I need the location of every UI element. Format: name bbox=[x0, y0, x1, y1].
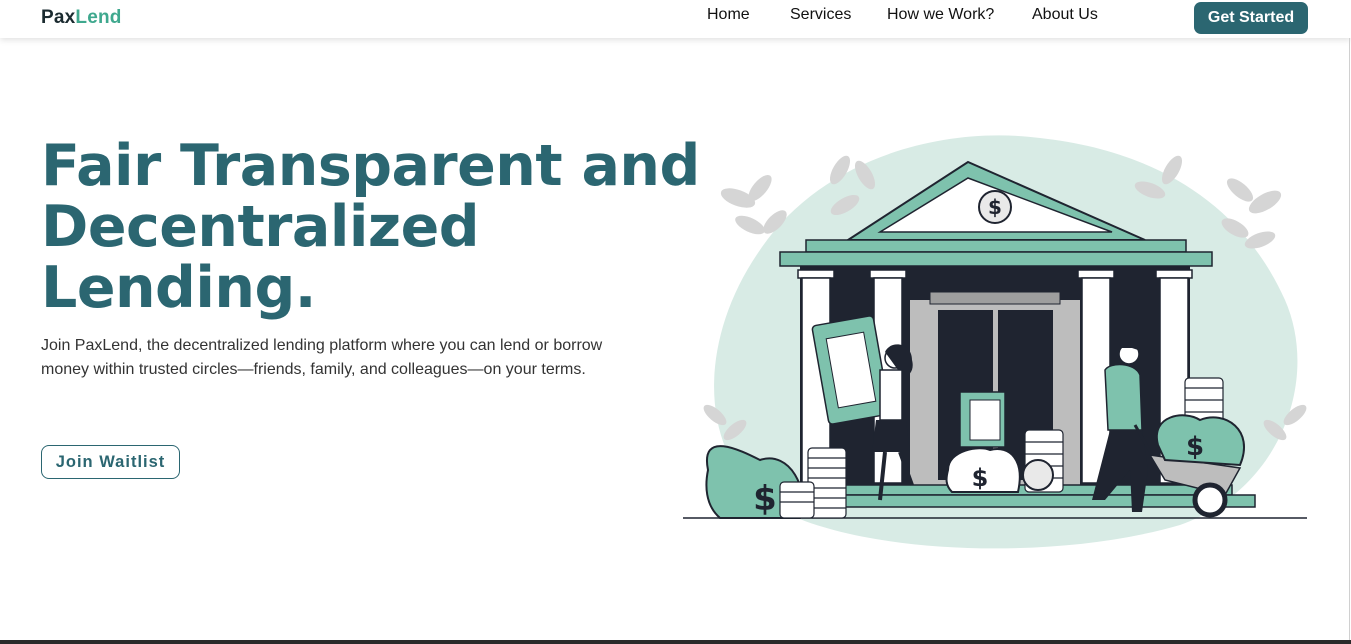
bank-door-frame bbox=[929, 291, 1061, 305]
woman-skirt bbox=[872, 420, 910, 452]
nav-link-how-we-work[interactable]: How we Work? bbox=[887, 6, 994, 24]
get-started-button[interactable]: Get Started bbox=[1194, 2, 1308, 34]
cash-note-center bbox=[969, 399, 1001, 441]
bank-illustration-svg: $ $ $ $ bbox=[683, 135, 1307, 549]
brand-logo-part2: Lend bbox=[75, 7, 122, 28]
taskbar-edge bbox=[0, 640, 1351, 644]
wheelbarrow-wheel bbox=[1192, 482, 1228, 518]
nav-link-about-us[interactable]: About Us bbox=[1032, 6, 1098, 24]
coin-center bbox=[1022, 459, 1054, 491]
brand-logo-part1: Pax bbox=[41, 7, 76, 28]
bank-entablature-top bbox=[805, 239, 1187, 253]
brand-logo[interactable]: PaxLend bbox=[41, 7, 122, 29]
man-shirt bbox=[1104, 363, 1143, 431]
money-bag-wheelbarrow-sign: $ bbox=[1186, 432, 1204, 462]
hero-title-line-2: Decentralized bbox=[41, 194, 480, 260]
nav-link-home[interactable]: Home bbox=[707, 6, 750, 24]
bank-illustration: $ $ $ $ bbox=[680, 130, 1310, 550]
bank-entablature bbox=[779, 251, 1213, 267]
page-right-edge bbox=[1349, 38, 1350, 640]
hero-description: Join PaxLend, the decentralized lending … bbox=[41, 337, 603, 378]
hero-title-line-3: Lending. bbox=[41, 255, 316, 321]
money-bag-center-sign: $ bbox=[972, 464, 989, 492]
money-bag-left-sign: $ bbox=[753, 479, 777, 519]
bank-step-lower bbox=[799, 494, 1256, 508]
top-navbar: PaxLend Home Services How we Work? About… bbox=[0, 0, 1351, 38]
hero-title: Fair Transparent and Decentralized Lendi… bbox=[41, 133, 700, 321]
woman-body bbox=[879, 369, 903, 421]
nav-link-services[interactable]: Services bbox=[790, 6, 851, 24]
hero-title-line-1: Fair Transparent and bbox=[41, 133, 700, 199]
join-waitlist-button[interactable]: Join Waitlist bbox=[41, 445, 180, 479]
bank-sign-text: $ bbox=[988, 195, 1002, 219]
